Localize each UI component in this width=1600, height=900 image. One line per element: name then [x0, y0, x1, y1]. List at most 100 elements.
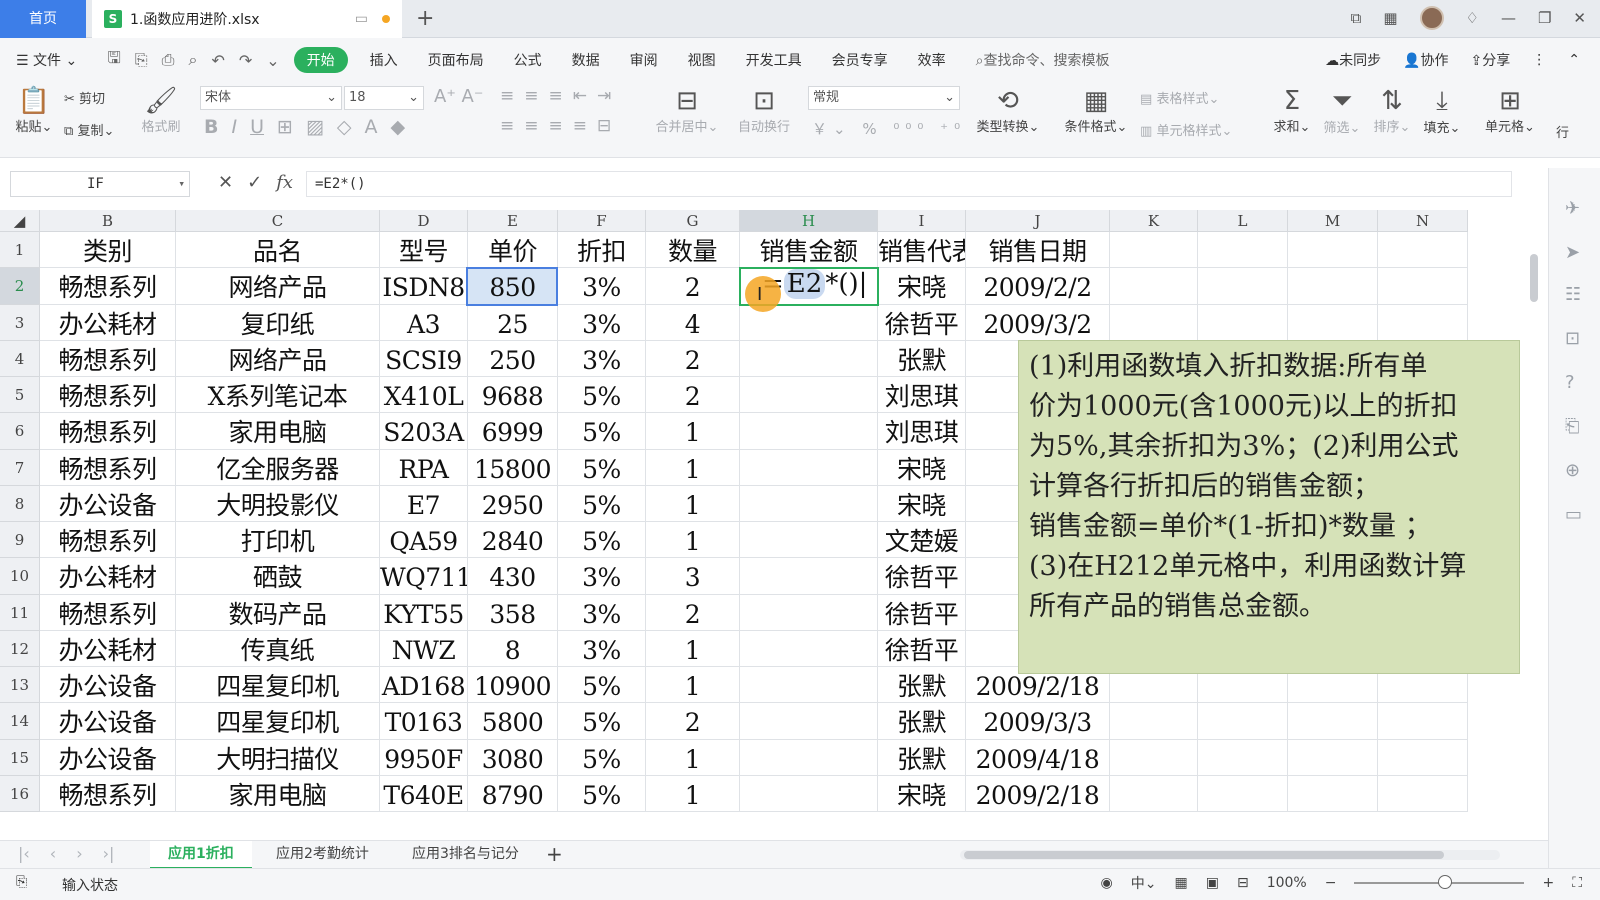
tab-member[interactable]: 会员专享	[832, 50, 888, 70]
fullscreen-icon[interactable]: ⛶	[1572, 875, 1582, 891]
cell-h15[interactable]	[740, 739, 878, 776]
cell-g5[interactable]: 2	[646, 377, 740, 414]
row-header-16[interactable]: 16	[0, 775, 40, 812]
font-color-icon[interactable]: A	[365, 116, 378, 138]
cell-d14[interactable]: T0163	[380, 703, 468, 740]
horizontal-scrollbar[interactable]	[960, 850, 1500, 860]
cell-b15[interactable]: 办公设备	[40, 739, 176, 776]
cell-m15[interactable]	[1288, 739, 1378, 776]
row-header-1[interactable]: 1	[0, 232, 40, 269]
wrap-text-button[interactable]: ⊡ 自动换行	[732, 86, 796, 135]
confirm-icon[interactable]: ✓	[247, 172, 262, 193]
avatar[interactable]	[1419, 6, 1444, 30]
tab-view[interactable]: 视图	[688, 50, 716, 70]
print-icon[interactable]: ⎙	[162, 50, 175, 70]
cell-e7[interactable]: 15800	[468, 449, 558, 486]
cell-c8[interactable]: 大明投影仪	[176, 485, 380, 522]
cell-g7[interactable]: 1	[646, 449, 740, 486]
skin-icon[interactable]: ♢	[1466, 9, 1479, 27]
cell-i9[interactable]: 文楚媛	[878, 522, 966, 559]
tab-data[interactable]: 数据	[572, 50, 600, 70]
cell-l15[interactable]	[1198, 739, 1288, 776]
column-header-e[interactable]: E	[468, 210, 558, 232]
cell-b8[interactable]: 办公设备	[40, 485, 176, 522]
cell-m2[interactable]	[1288, 268, 1378, 305]
cell-e3[interactable]: 25	[468, 304, 558, 341]
font-family-select[interactable]: 宋体 ⌄	[200, 86, 342, 110]
tab-efficiency[interactable]: 效率	[918, 50, 946, 70]
cell-g1[interactable]: 数量	[646, 232, 740, 269]
cell-h6[interactable]	[740, 413, 878, 450]
cell-e12[interactable]: 8	[468, 630, 558, 667]
cell-d6[interactable]: S203A	[380, 413, 468, 450]
row-header-7[interactable]: 7	[0, 449, 40, 486]
cell-n16[interactable]	[1378, 775, 1468, 812]
cell-e13[interactable]: 10900	[468, 667, 558, 704]
cell-i6[interactable]: 刘思琪	[878, 413, 966, 450]
file-menu[interactable]: ☰ 文件 ⌄	[16, 50, 77, 70]
cell-g14[interactable]: 2	[646, 703, 740, 740]
cell-g9[interactable]: 1	[646, 522, 740, 559]
cell-e8[interactable]: 2950	[468, 485, 558, 522]
cell-f7[interactable]: 5%	[558, 449, 646, 486]
fill-color-icon[interactable]: ▨	[306, 116, 324, 138]
cell-j1[interactable]: 销售日期	[966, 232, 1110, 269]
cell-n3[interactable]	[1378, 304, 1468, 341]
merge-center-button[interactable]: ⊟ 合并居中⌄	[652, 86, 722, 135]
align-top-group[interactable]: ≡≡≡⇤⇥	[500, 86, 621, 106]
export-icon[interactable]: ⎘	[135, 50, 148, 70]
cell-c14[interactable]: 四星复印机	[176, 703, 380, 740]
align-bottom-group[interactable]: ≡≡≡≡⊟	[500, 116, 621, 136]
cell-d7[interactable]: RPA	[380, 449, 468, 486]
row-header-2[interactable]: 2	[0, 268, 40, 305]
cell-h12[interactable]	[740, 630, 878, 667]
cell-j16[interactable]: 2009/2/18	[966, 775, 1110, 812]
cell-m16[interactable]	[1288, 775, 1378, 812]
zoom-out-icon[interactable]: −	[1325, 875, 1337, 891]
cell-c5[interactable]: X系列笔记本	[176, 377, 380, 414]
cell-e5[interactable]: 9688	[468, 377, 558, 414]
cell-e11[interactable]: 358	[468, 594, 558, 631]
command-search[interactable]: ⌕查找命令、搜索模板	[976, 50, 1110, 70]
cell-c15[interactable]: 大明扫描仪	[176, 739, 380, 776]
tab-page-layout[interactable]: 页面布局	[428, 50, 484, 70]
fill-button[interactable]: ⤓ 填充⌄	[1420, 86, 1464, 136]
cell-k14[interactable]	[1110, 703, 1198, 740]
cell-d9[interactable]: QA59	[380, 522, 468, 559]
cell-m1[interactable]	[1288, 232, 1378, 269]
cell-k1[interactable]	[1110, 232, 1198, 269]
cell-i11[interactable]: 徐哲平	[878, 594, 966, 631]
column-header-g[interactable]: G	[646, 210, 740, 232]
add-sheet-button[interactable]: +	[540, 841, 569, 869]
cell-d4[interactable]: SCSI9	[380, 340, 468, 377]
cell-d2[interactable]: ISDN8	[380, 268, 468, 305]
cell-i1[interactable]: 销售代表	[878, 232, 966, 269]
vertical-scrollbar[interactable]	[1528, 230, 1540, 820]
help-icon[interactable]: ?	[1565, 372, 1575, 393]
cell-f16[interactable]: 5%	[558, 775, 646, 812]
cell-e4[interactable]: 250	[468, 340, 558, 377]
cell-h9[interactable]	[740, 522, 878, 559]
row-header-11[interactable]: 11	[0, 594, 40, 631]
cell-f9[interactable]: 5%	[558, 522, 646, 559]
cell-f3[interactable]: 3%	[558, 304, 646, 341]
cell-e10[interactable]: 430	[468, 558, 558, 595]
cell-c9[interactable]: 打印机	[176, 522, 380, 559]
collapse-ribbon-icon[interactable]: ⌃	[1568, 52, 1580, 68]
cell-i5[interactable]: 刘思琪	[878, 377, 966, 414]
next-sheet-icon[interactable]: ›	[76, 844, 82, 863]
share-button[interactable]: ⇪分享	[1471, 50, 1511, 70]
cell-n1[interactable]	[1378, 232, 1468, 269]
tab-document[interactable]: S 1.函数应用进阶.xlsx ▭	[92, 0, 402, 38]
restore-icon[interactable]: ❐	[1538, 9, 1551, 27]
column-header-l[interactable]: L	[1198, 210, 1288, 232]
sort-button[interactable]: ⇅ 排序⌄	[1370, 86, 1414, 135]
row-header-12[interactable]: 12	[0, 630, 40, 667]
page-break-icon[interactable]: ⊟	[1237, 875, 1249, 891]
collab-button[interactable]: 👤协作	[1403, 50, 1448, 70]
column-header-k[interactable]: K	[1110, 210, 1198, 232]
zoom-in-icon[interactable]: +	[1542, 875, 1554, 891]
tab-review[interactable]: 审阅	[630, 50, 658, 70]
cell-k16[interactable]	[1110, 775, 1198, 812]
cell-b6[interactable]: 畅想系列	[40, 413, 176, 450]
